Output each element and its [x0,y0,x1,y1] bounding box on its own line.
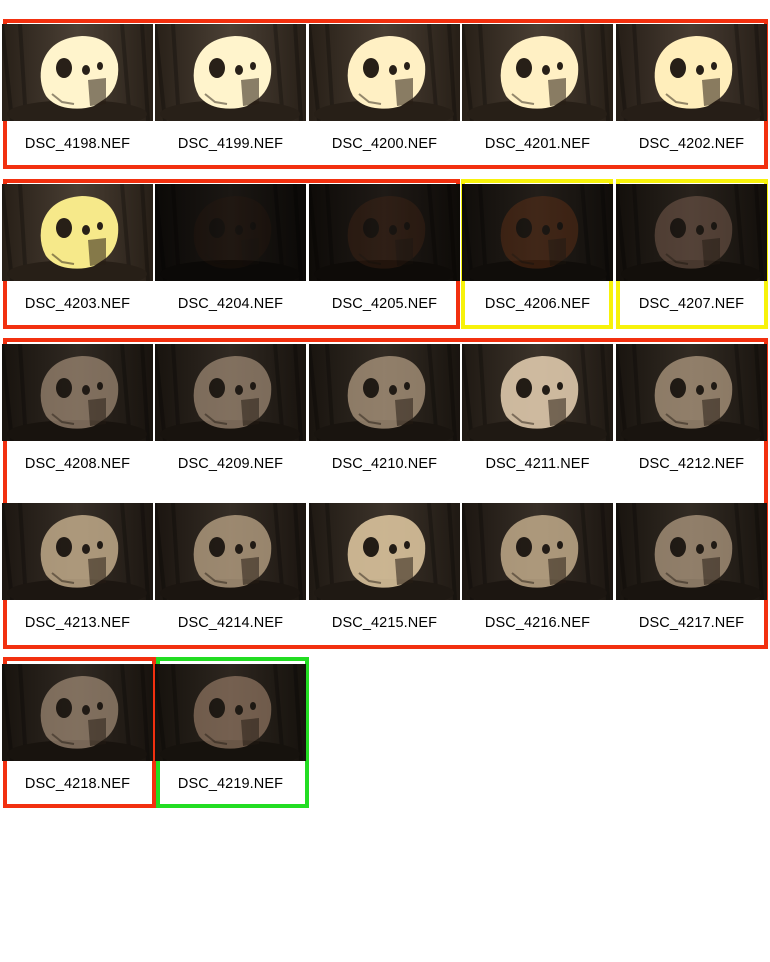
thumbnail-filename: DSC_4208.NEF [24,456,131,472]
thumbnail-item[interactable]: DSC_4213.NEF [2,503,153,663]
thumbnail-item[interactable]: DSC_4199.NEF [155,24,306,184]
thumbnail-filename: DSC_4204.NEF [177,296,284,312]
thumbnail-image[interactable] [309,184,460,281]
thumbnail-image[interactable] [616,24,767,121]
thumbnail-item[interactable]: DSC_4200.NEF [309,24,460,184]
thumbnail-filename: DSC_4214.NEF [177,615,284,631]
thumbnail-filename: DSC_4219.NEF [177,776,284,792]
thumbnail-image[interactable] [309,503,460,600]
thumbnail-image[interactable] [2,503,153,600]
thumbnail-item[interactable]: DSC_4207.NEF [616,184,767,344]
thumbnail-image[interactable] [616,344,767,441]
thumbnail-image[interactable] [309,24,460,121]
thumbnail-image[interactable] [2,664,153,761]
thumbnail-item[interactable]: DSC_4204.NEF [155,184,306,344]
thumbnail-item[interactable]: DSC_4219.NEF [155,664,306,824]
thumbnail-item[interactable]: DSC_4202.NEF [616,24,767,184]
thumbnail-filename: DSC_4202.NEF [638,136,745,152]
thumbnail-filename: DSC_4203.NEF [24,296,131,312]
thumbnail-item[interactable]: DSC_4211.NEF [462,344,613,504]
thumbnail-image[interactable] [155,24,306,121]
thumbnail-item[interactable]: DSC_4205.NEF [309,184,460,344]
thumbnail-item[interactable]: DSC_4214.NEF [155,503,306,663]
thumbnail-item[interactable]: DSC_4215.NEF [309,503,460,663]
thumbnail-image[interactable] [155,503,306,600]
thumbnail-filename: DSC_4207.NEF [638,296,745,312]
thumbnail-image[interactable] [2,184,153,281]
thumbnail-filename: DSC_4216.NEF [484,615,591,631]
thumbnail-filename: DSC_4198.NEF [24,136,131,152]
thumbnail-image[interactable] [2,24,153,121]
thumbnail-image[interactable] [2,344,153,441]
thumbnail-item[interactable]: DSC_4217.NEF [616,503,767,663]
thumbnail-item[interactable]: DSC_4209.NEF [155,344,306,504]
thumbnail-filename: DSC_4199.NEF [177,136,284,152]
thumbnail-filename: DSC_4217.NEF [638,615,745,631]
thumbnail-filename: DSC_4213.NEF [24,615,131,631]
thumbnail-filename: DSC_4218.NEF [24,776,131,792]
thumbnail-image[interactable] [155,344,306,441]
thumbnail-item[interactable]: DSC_4206.NEF [462,184,613,344]
thumbnail-item[interactable]: DSC_4218.NEF [2,664,153,824]
thumbnail-filename: DSC_4205.NEF [331,296,438,312]
thumbnail-image[interactable] [462,503,613,600]
thumbnail-item[interactable]: DSC_4210.NEF [309,344,460,504]
thumbnail-filename: DSC_4200.NEF [331,136,438,152]
thumbnail-filename: DSC_4206.NEF [484,296,591,312]
thumbnail-item[interactable]: DSC_4212.NEF [616,344,767,504]
thumbnail-item[interactable]: DSC_4203.NEF [2,184,153,344]
thumbnail-item[interactable]: DSC_4201.NEF [462,24,613,184]
thumbnail-filename: DSC_4211.NEF [485,456,590,472]
thumbnail-image[interactable] [462,344,613,441]
thumbnail-image[interactable] [155,664,306,761]
thumbnail-image[interactable] [462,184,613,281]
thumbnail-filename: DSC_4209.NEF [177,456,284,472]
thumbnail-item[interactable]: DSC_4198.NEF [2,24,153,184]
thumbnail-filename: DSC_4212.NEF [638,456,745,472]
thumbnail-image[interactable] [616,184,767,281]
thumbnail-image[interactable] [462,24,613,121]
thumbnail-filename: DSC_4210.NEF [331,456,438,472]
thumbnail-filename: DSC_4201.NEF [484,136,591,152]
thumbnail-filename: DSC_4215.NEF [331,615,438,631]
thumbnail-image[interactable] [309,344,460,441]
thumbnail-image[interactable] [616,503,767,600]
thumbnail-image[interactable] [155,184,306,281]
thumbnail-item[interactable]: DSC_4208.NEF [2,344,153,504]
thumbnail-item[interactable]: DSC_4216.NEF [462,503,613,663]
